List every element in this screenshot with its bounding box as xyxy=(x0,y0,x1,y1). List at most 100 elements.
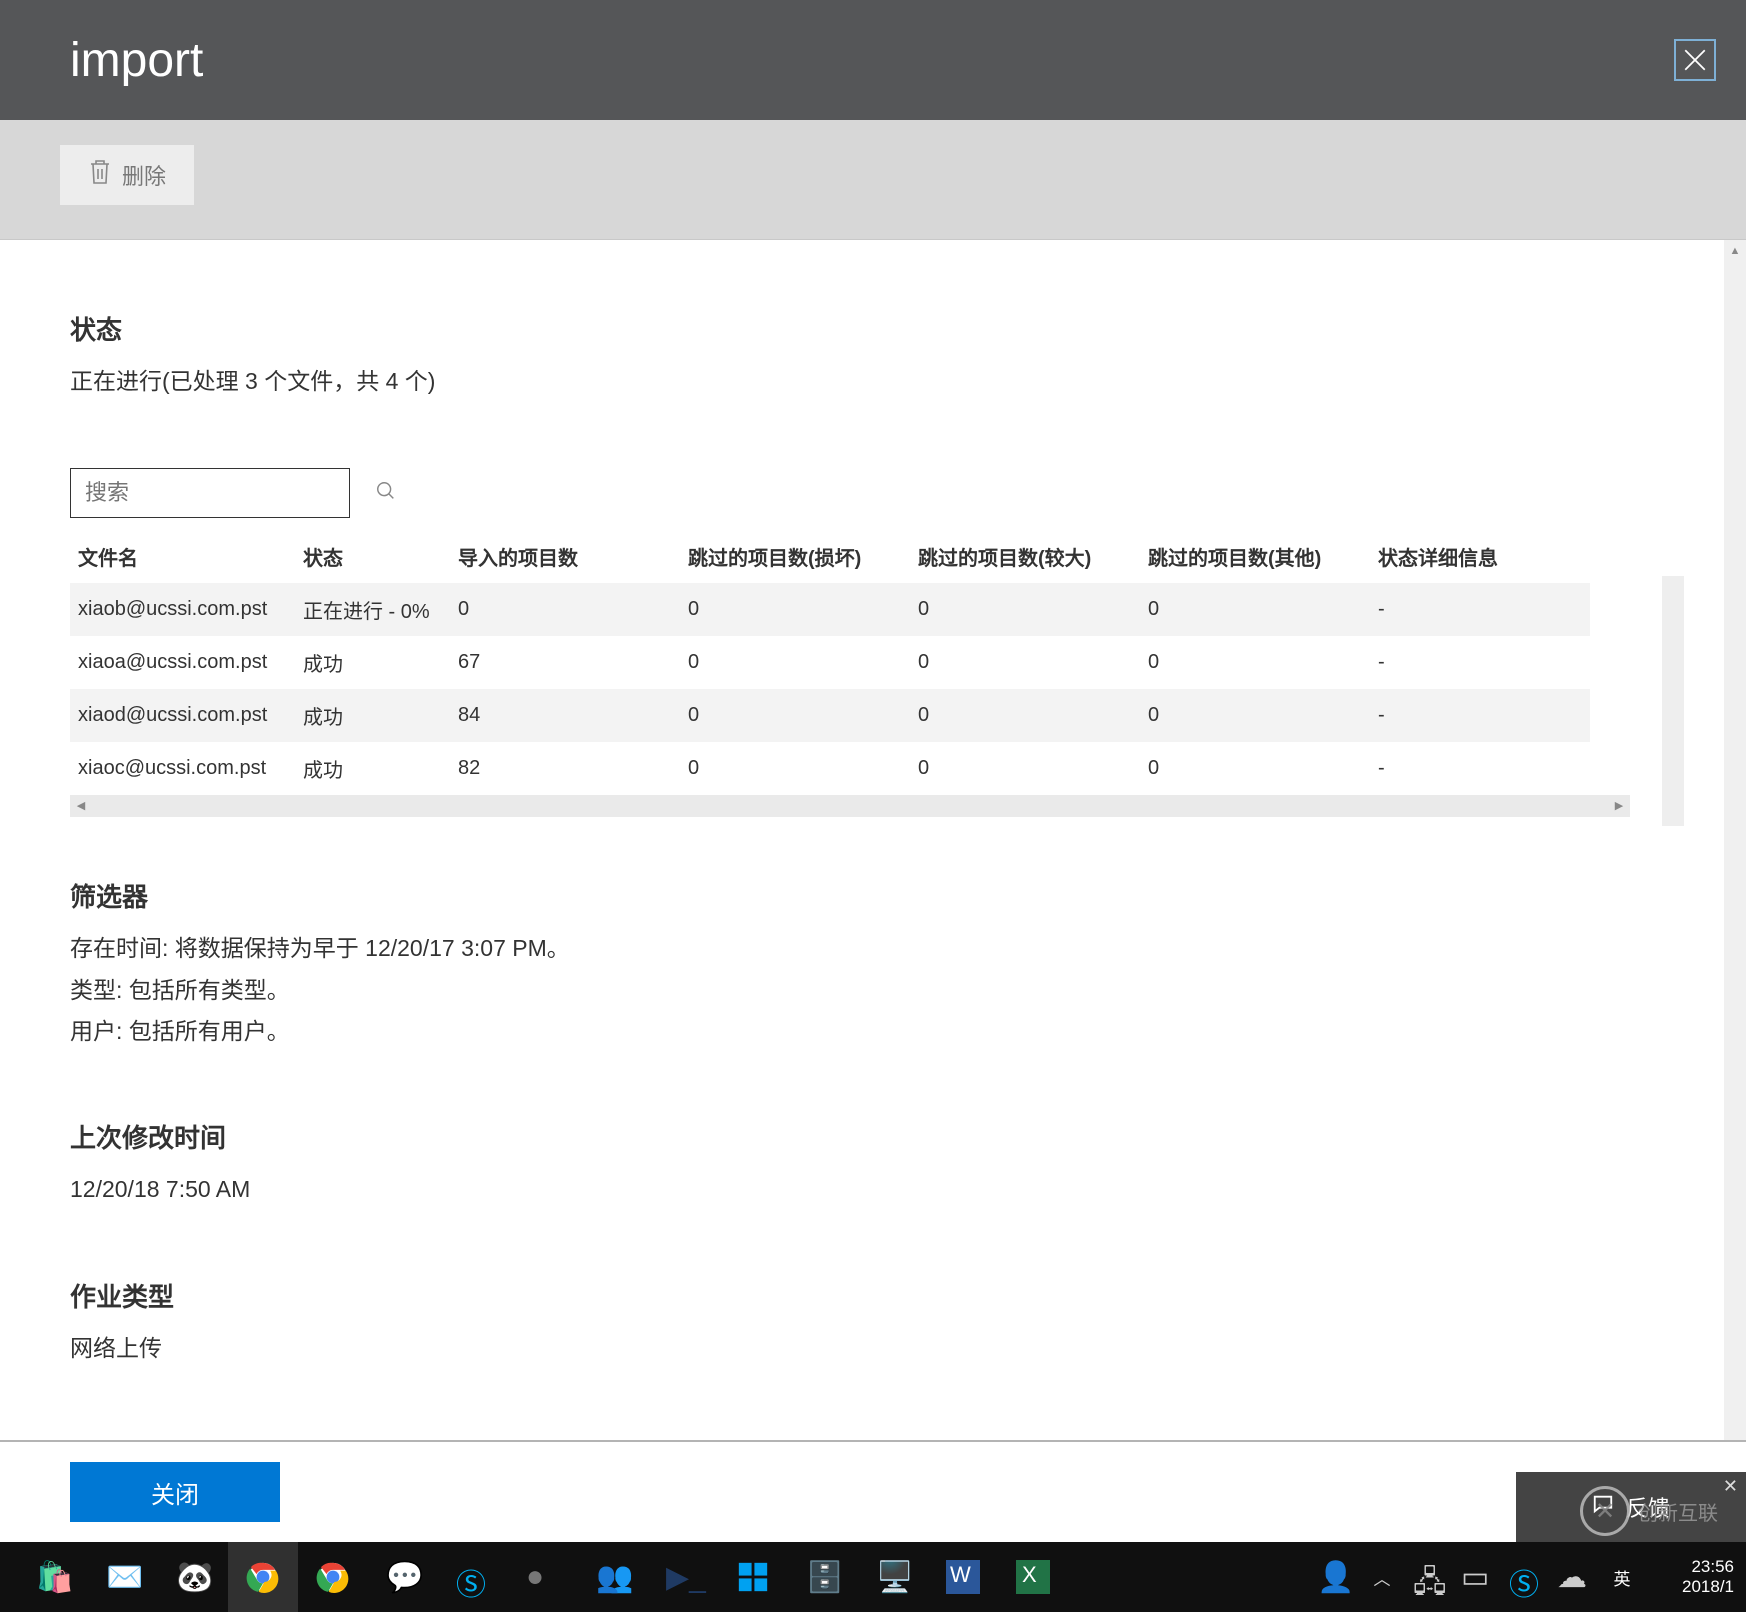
filter-line: 存在时间: 将数据保持为早于 12/20/17 3:07 PM。 xyxy=(70,932,1654,965)
files-table: 文件名 状态 导入的项目数 跳过的项目数(损坏) 跳过的项目数(较大) 跳过的项… xyxy=(70,530,1590,795)
taskbar-wechat-icon[interactable]: 💬 xyxy=(368,1542,438,1612)
tray-network-icon[interactable]: 🖧 xyxy=(1406,1542,1454,1612)
cell-bad: 0 xyxy=(680,742,910,795)
table-hscrollbar[interactable]: ◀ ▶ xyxy=(70,795,1630,817)
tray-ime-label: 英 xyxy=(1614,1565,1631,1590)
table-row[interactable]: xiaoa@ucssi.com.pst 成功 67 0 0 0 - xyxy=(70,636,1590,689)
table-row[interactable]: xiaod@ucssi.com.pst 成功 84 0 0 0 - xyxy=(70,689,1590,742)
close-button[interactable]: 关闭 xyxy=(70,1462,280,1522)
status-heading: 状态 xyxy=(70,310,1654,347)
taskbar-outlook-icon[interactable]: ✉️ xyxy=(88,1542,158,1612)
close-icon[interactable] xyxy=(1674,39,1716,81)
cell-detail: - xyxy=(1370,742,1590,795)
titlebar: import xyxy=(0,0,1746,120)
th-status[interactable]: 状态 xyxy=(295,530,450,583)
taskbar-app-icon[interactable]: 🐼 xyxy=(158,1542,228,1612)
taskbar-app2-icon[interactable]: ● xyxy=(508,1542,578,1612)
modified-section: 上次修改时间 12/20/18 7:50 AM xyxy=(70,1118,1654,1206)
cell-filename: xiaoc@ucssi.com.pst xyxy=(70,742,295,795)
tray-date: 2018/1 xyxy=(1646,1577,1734,1597)
table-row[interactable]: xiaob@ucssi.com.pst 正在进行 - 0% 0 0 0 0 - xyxy=(70,583,1590,636)
dialog-title: import xyxy=(70,33,203,88)
cell-large: 0 xyxy=(910,742,1140,795)
status-section: 状态 正在进行(已处理 3 个文件，共 4 个) xyxy=(70,310,1654,398)
filter-heading: 筛选器 xyxy=(70,877,1654,914)
watermark-logo: ✕ 创新互联 xyxy=(1580,1484,1740,1538)
system-tray[interactable]: 👤 ︿ 🖧 ▭ Ⓢ ☁ 英 23:56 2018/1 xyxy=(1310,1542,1746,1612)
filter-section: 筛选器 存在时间: 将数据保持为早于 12/20/17 3:07 PM。 类型:… xyxy=(70,877,1654,1048)
taskbar-chrome-icon[interactable] xyxy=(228,1542,298,1612)
search-icon xyxy=(375,480,397,506)
cell-bad: 0 xyxy=(680,583,910,636)
body: 状态 正在进行(已处理 3 个文件，共 4 个) 文件名 状态 导入的项目数 跳… xyxy=(0,240,1746,1542)
table-row[interactable]: xiaoc@ucssi.com.pst 成功 82 0 0 0 - xyxy=(70,742,1590,795)
watermark-icon: ✕ xyxy=(1580,1486,1630,1536)
cell-filename: xiaod@ucssi.com.pst xyxy=(70,689,295,742)
cell-other: 0 xyxy=(1140,742,1370,795)
th-detail[interactable]: 状态详细信息 xyxy=(1370,530,1590,583)
tray-battery-icon[interactable]: ▭ xyxy=(1454,1542,1502,1612)
delete-label: 删除 xyxy=(122,159,166,191)
taskbar-app3-icon[interactable]: 🖥️ xyxy=(858,1542,928,1612)
cell-imported: 84 xyxy=(450,689,680,742)
taskbar-server-icon[interactable]: 🗄️ xyxy=(788,1542,858,1612)
th-bad[interactable]: 跳过的项目数(损坏) xyxy=(680,530,910,583)
cell-bad: 0 xyxy=(680,636,910,689)
search-input[interactable] xyxy=(83,479,375,507)
taskbar-start-icon[interactable] xyxy=(718,1542,788,1612)
cell-imported: 0 xyxy=(450,583,680,636)
jobtype-section: 作业类型 网络上传 xyxy=(70,1277,1654,1365)
cell-status: 成功 xyxy=(295,742,450,795)
trash-icon xyxy=(88,158,112,192)
scroll-left-icon[interactable]: ◀ xyxy=(70,795,92,817)
cell-detail: - xyxy=(1370,636,1590,689)
cell-other: 0 xyxy=(1140,636,1370,689)
cell-imported: 82 xyxy=(450,742,680,795)
status-text: 正在进行(已处理 3 个文件，共 4 个) xyxy=(70,365,1654,398)
taskbar-chrome2-icon[interactable] xyxy=(298,1542,368,1612)
th-imported[interactable]: 导入的项目数 xyxy=(450,530,680,583)
filter-line: 类型: 包括所有类型。 xyxy=(70,974,1654,1007)
tray-chevron-up-icon[interactable]: ︿ xyxy=(1358,1542,1406,1612)
filter-line: 用户: 包括所有用户。 xyxy=(70,1015,1654,1048)
scroll-up-icon[interactable]: ▲ xyxy=(1724,240,1746,262)
th-large[interactable]: 跳过的项目数(较大) xyxy=(910,530,1140,583)
jobtype-value: 网络上传 xyxy=(70,1332,1654,1365)
window: import 删除 状态 正在进行(已处理 3 个文件，共 4 个) xyxy=(0,0,1746,1612)
cell-status: 正在进行 - 0% xyxy=(295,583,450,636)
toolbar: 删除 xyxy=(0,120,1746,240)
taskbar-word-icon[interactable]: W xyxy=(928,1542,998,1612)
modified-value: 12/20/18 7:50 AM xyxy=(70,1173,1654,1206)
th-other[interactable]: 跳过的项目数(其他) xyxy=(1140,530,1370,583)
cell-status: 成功 xyxy=(295,689,450,742)
tray-people-icon[interactable]: 👤 xyxy=(1310,1542,1358,1612)
taskbar-teams-icon[interactable]: 👥 xyxy=(578,1542,648,1612)
cell-detail: - xyxy=(1370,583,1590,636)
body-vscrollbar[interactable]: ▲ xyxy=(1724,240,1746,1542)
taskbar[interactable]: 🛍️ ✉️ 🐼 💬 Ⓢ ● 👥 ▶_ 🗄️ 🖥️ W X 👤 ︿ 🖧 ▭ Ⓢ ☁… xyxy=(0,1542,1746,1612)
th-filename[interactable]: 文件名 xyxy=(70,530,295,583)
cell-detail: - xyxy=(1370,689,1590,742)
table-vscrollbar[interactable] xyxy=(1662,576,1684,826)
tray-onedrive-icon[interactable]: ☁ xyxy=(1550,1542,1598,1612)
body-scroll[interactable]: 状态 正在进行(已处理 3 个文件，共 4 个) 文件名 状态 导入的项目数 跳… xyxy=(0,240,1724,1542)
tray-clock[interactable]: 23:56 2018/1 xyxy=(1646,1557,1746,1598)
cell-large: 0 xyxy=(910,583,1140,636)
cell-large: 0 xyxy=(910,689,1140,742)
delete-button[interactable]: 删除 xyxy=(60,145,194,205)
search-box[interactable] xyxy=(70,468,350,518)
cell-filename: xiaoa@ucssi.com.pst xyxy=(70,636,295,689)
tray-ime-icon[interactable]: 英 xyxy=(1598,1542,1646,1612)
tray-skype-icon[interactable]: Ⓢ xyxy=(1502,1542,1550,1612)
cell-other: 0 xyxy=(1140,689,1370,742)
modified-heading: 上次修改时间 xyxy=(70,1118,1654,1155)
taskbar-skype-icon[interactable]: Ⓢ xyxy=(438,1542,508,1612)
taskbar-store-icon[interactable]: 🛍️ xyxy=(18,1542,88,1612)
taskbar-excel-icon[interactable]: X xyxy=(998,1542,1068,1612)
cell-filename: xiaob@ucssi.com.pst xyxy=(70,583,295,636)
watermark-text: 创新互联 xyxy=(1638,1497,1718,1526)
taskbar-powershell-icon[interactable]: ▶_ xyxy=(648,1542,718,1612)
cell-other: 0 xyxy=(1140,583,1370,636)
table-header-row: 文件名 状态 导入的项目数 跳过的项目数(损坏) 跳过的项目数(较大) 跳过的项… xyxy=(70,530,1590,583)
scroll-right-icon[interactable]: ▶ xyxy=(1608,795,1630,817)
